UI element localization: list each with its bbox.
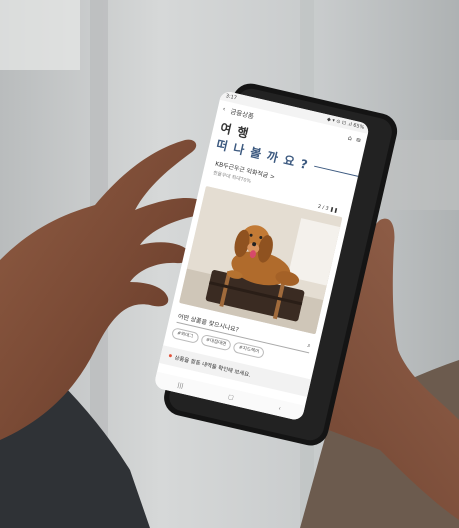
tag-chip[interactable]: #대접대면 <box>199 333 233 352</box>
back-button[interactable]: ‹ <box>278 404 282 411</box>
home-icon[interactable]: ⌂ <box>347 134 353 143</box>
home-button[interactable]: ▢ <box>227 393 234 401</box>
notice-dot <box>168 354 173 358</box>
notice-text: 상품을 활동 내역을 확인해 보세요. <box>173 355 252 379</box>
recent-apps-button[interactable]: ||| <box>177 381 184 389</box>
tag-chip[interactable]: #외대그 <box>170 326 200 344</box>
search-icon[interactable]: ⌕ <box>306 341 312 350</box>
top-bar-icons: ⌂ ≡ <box>347 134 362 145</box>
menu-icon[interactable]: ≡ <box>355 135 362 144</box>
status-time: 3:17 <box>225 93 238 102</box>
tag-chip[interactable]: #지드렉어 <box>232 341 266 359</box>
